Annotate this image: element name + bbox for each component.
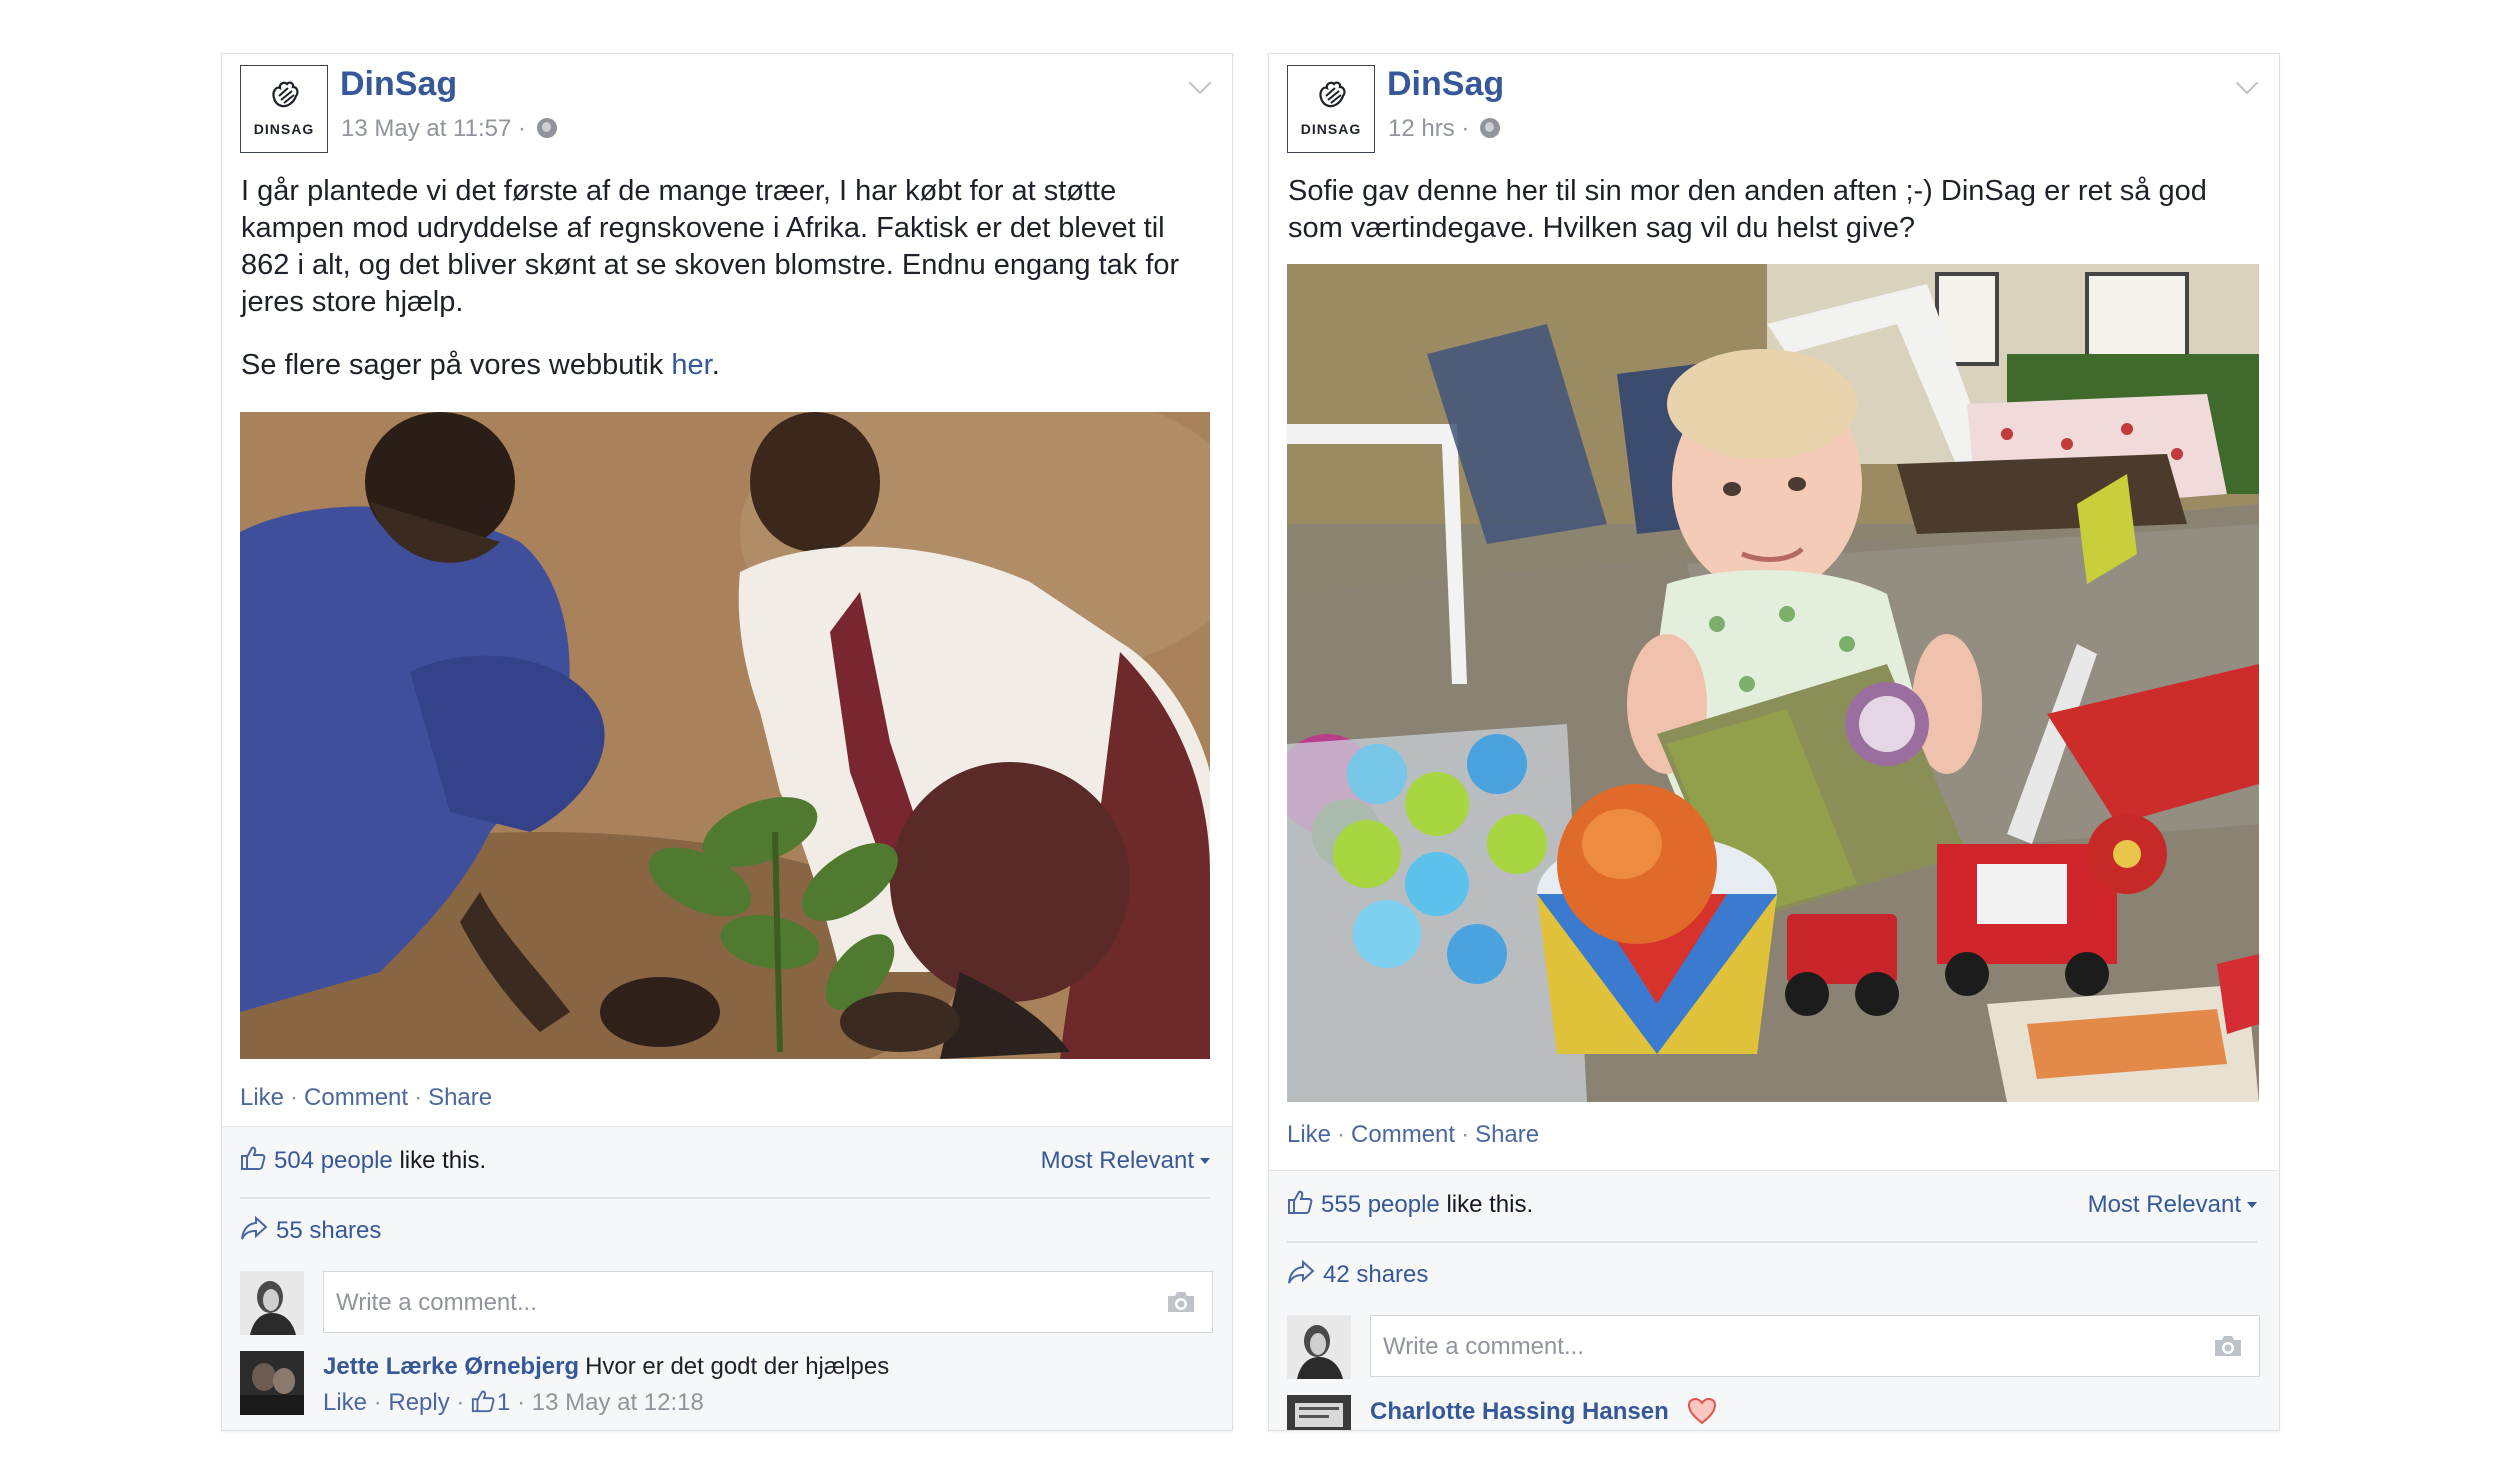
divider <box>1287 1241 2257 1243</box>
post-message-paragraph-2: Se flere sager på vores webbutik her. <box>241 347 1210 384</box>
divider <box>240 1197 1210 1199</box>
like-action[interactable]: Like <box>1287 1121 1331 1148</box>
camera-icon[interactable] <box>2213 1334 2243 1358</box>
thumbs-up-icon <box>241 1146 266 1170</box>
timestamp-text[interactable]: 13 May at 11:57 · <box>341 115 526 142</box>
separator-dot: · <box>1337 1121 1346 1148</box>
likes-suffix: like this. <box>392 1147 487 1174</box>
post-actions: Like · Comment · Share <box>1287 1121 1539 1149</box>
thumbs-up-icon <box>1288 1190 1313 1214</box>
post-photo-tree-planting[interactable] <box>240 412 1210 1059</box>
comment-reply-link[interactable]: Reply <box>388 1389 449 1416</box>
logo-wordmark: DINSAG <box>253 121 315 137</box>
like-action[interactable]: Like <box>240 1084 284 1111</box>
hand-logo-icon <box>272 81 299 108</box>
comment-author-link[interactable]: Jette Lærke Ørnebjerg <box>323 1353 579 1380</box>
share-arrow-icon <box>241 1215 268 1240</box>
post-header: DINSAG DinSag 13 May at 11:57 · <box>240 65 1214 155</box>
comment-placeholder[interactable]: Write a comment... <box>336 1289 537 1316</box>
comment-body: Charlotte Hassing Hansen <box>1370 1397 1717 1426</box>
chevron-down-icon[interactable] <box>2235 71 2259 95</box>
post-timestamp[interactable]: 13 May at 11:57 · <box>341 115 557 143</box>
comment-meta: Like · Reply · 1 · 13 May at 12:18 <box>323 1389 704 1416</box>
post-actions: Like · Comment · Share <box>240 1084 492 1112</box>
post-card-hostess-gift: DINSAG DinSag 12 hrs · Sofie gav denne h… <box>1268 53 2280 1431</box>
likes-row: 504 people like this. Most Relevant <box>240 1145 1210 1185</box>
thumbs-up-icon <box>471 1390 495 1413</box>
post-photo-toddler-gift[interactable] <box>1287 264 2259 1102</box>
page-logo[interactable]: DINSAG <box>240 65 328 153</box>
hand-logo-icon <box>1319 81 1346 108</box>
sort-label[interactable]: Most Relevant <box>2088 1191 2241 1218</box>
shares-count[interactable]: 42 shares <box>1323 1261 1428 1288</box>
caret-down-icon <box>1200 1158 1210 1164</box>
comment-like-count[interactable]: 1 <box>497 1389 510 1416</box>
comment-author-link[interactable]: Charlotte Hassing Hansen <box>1370 1398 1669 1425</box>
share-action[interactable]: Share <box>1475 1121 1539 1148</box>
chevron-down-icon[interactable] <box>1188 71 1212 95</box>
comment-input[interactable]: Write a comment... <box>323 1271 1213 1333</box>
page-name-link[interactable]: DinSag <box>1387 65 1504 104</box>
feedback-section: 504 people like this. Most Relevant 55 s… <box>222 1126 1232 1430</box>
globe-icon <box>1480 118 1501 138</box>
likes-count-link[interactable]: 504 people <box>274 1147 393 1174</box>
comment-like-link[interactable]: Like <box>323 1389 367 1416</box>
caret-down-icon <box>2247 1202 2257 1208</box>
logo-wordmark: DINSAG <box>1300 121 1362 137</box>
commenter-avatar[interactable] <box>1287 1395 1351 1430</box>
camera-icon[interactable] <box>1166 1290 1196 1314</box>
post-message: Sofie gav denne her til sin mor den ande… <box>1288 173 2257 247</box>
comment-input[interactable]: Write a comment... <box>1370 1315 2260 1377</box>
webshop-link[interactable]: her <box>671 349 711 381</box>
share-action[interactable]: Share <box>428 1084 492 1111</box>
most-relevant-dropdown[interactable]: Most Relevant <box>2088 1191 2257 1219</box>
current-user-avatar[interactable] <box>240 1271 304 1335</box>
webshop-text: Se flere sager på vores webbutik <box>241 349 672 381</box>
most-relevant-dropdown[interactable]: Most Relevant <box>1041 1147 1210 1175</box>
comment-action[interactable]: Comment <box>304 1084 408 1111</box>
feedback-section: 555 people like this. Most Relevant 42 s… <box>1269 1170 2279 1430</box>
likes-row: 555 people like this. Most Relevant <box>1287 1189 2257 1229</box>
page-logo[interactable]: DINSAG <box>1287 65 1375 153</box>
separator-dot: · <box>290 1084 299 1111</box>
comment-time[interactable]: 13 May at 12:18 <box>532 1389 704 1416</box>
webshop-period: . <box>711 349 720 381</box>
post-message: I går plantede vi det første af de mange… <box>241 173 1210 384</box>
separator-dot: · <box>1461 1121 1470 1148</box>
globe-icon <box>536 118 557 138</box>
sort-label[interactable]: Most Relevant <box>1041 1147 1194 1174</box>
post-message-paragraph: I går plantede vi det første af de mange… <box>241 175 1180 318</box>
comment-body: Jette Lærke Ørnebjerg Hvor er det godt de… <box>323 1353 889 1381</box>
shares-row[interactable]: 42 shares <box>1287 1259 1428 1289</box>
likes-suffix: like this. <box>1439 1191 1534 1218</box>
comment-action[interactable]: Comment <box>1351 1121 1455 1148</box>
current-user-avatar[interactable] <box>1287 1315 1351 1379</box>
comment-text: Hvor er det godt der hjælpes <box>585 1353 890 1380</box>
post-timestamp[interactable]: 12 hrs · <box>1388 115 1501 143</box>
comment-placeholder[interactable]: Write a comment... <box>1383 1333 1584 1360</box>
separator-dot: · <box>414 1084 423 1111</box>
shares-count[interactable]: 55 shares <box>276 1217 381 1244</box>
timestamp-text[interactable]: 12 hrs · <box>1388 115 1469 142</box>
commenter-avatar[interactable] <box>240 1351 304 1415</box>
shares-row[interactable]: 55 shares <box>240 1215 381 1245</box>
post-header: DINSAG DinSag 12 hrs · <box>1287 65 2261 155</box>
page-name-link[interactable]: DinSag <box>340 65 457 104</box>
likes-count-link[interactable]: 555 people <box>1321 1191 1440 1218</box>
post-message-paragraph: Sofie gav denne her til sin mor den ande… <box>1288 175 2207 244</box>
share-arrow-icon <box>1288 1259 1315 1284</box>
post-card-tree-planting: DINSAG DinSag 13 May at 11:57 · I går pl… <box>221 53 1233 1431</box>
heart-icon <box>1688 1397 1717 1425</box>
